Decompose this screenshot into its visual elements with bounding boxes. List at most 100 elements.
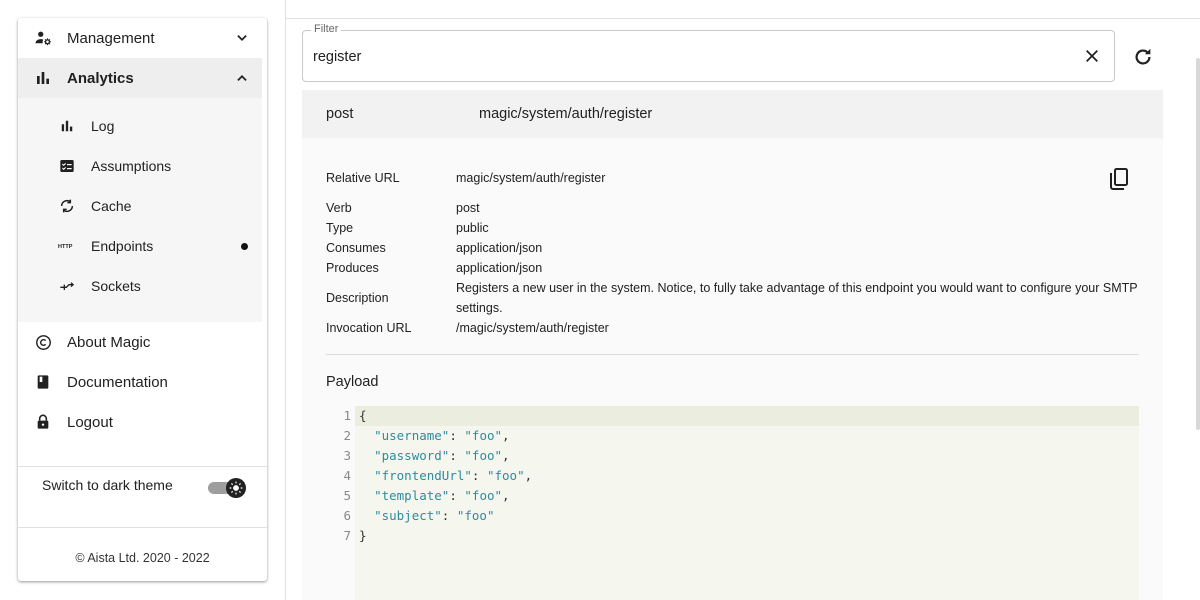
sidebar-item-label: Log bbox=[91, 118, 115, 134]
sidebar-divider bbox=[18, 527, 267, 528]
invocation-url-label: Invocation URL bbox=[326, 321, 412, 335]
produces-label: Produces bbox=[326, 261, 379, 275]
theme-toggle-label: Switch to dark theme bbox=[42, 477, 173, 493]
sidebar-item-label: Management bbox=[67, 29, 155, 47]
sidebar-item-documentation[interactable]: Documentation bbox=[18, 362, 267, 402]
sidebar-item-label: Endpoints bbox=[91, 238, 154, 254]
copyright-icon bbox=[34, 333, 52, 351]
sidebar-item-logout[interactable]: Logout bbox=[18, 402, 267, 442]
code-line: "template": "foo", bbox=[374, 488, 510, 503]
invocation-url-value: /magic/system/auth/register bbox=[456, 321, 609, 335]
lock-icon bbox=[34, 413, 52, 431]
active-line-highlight bbox=[355, 406, 1139, 426]
close-icon[interactable] bbox=[1084, 48, 1100, 64]
call-merge-icon bbox=[58, 277, 76, 295]
filter-field: Filter bbox=[302, 23, 1115, 82]
sidebar-item-label: Sockets bbox=[91, 278, 141, 294]
sidebar-item-label: About Magic bbox=[67, 333, 151, 351]
sidebar-item-label: Documentation bbox=[67, 373, 168, 391]
json-comma: , bbox=[502, 448, 510, 463]
relative-url-label: Relative URL bbox=[326, 171, 400, 185]
produces-value: application/json bbox=[456, 261, 543, 275]
json-comma: , bbox=[502, 488, 510, 503]
line-number: 2 bbox=[343, 428, 351, 443]
line-number: 1 bbox=[343, 408, 351, 423]
sidebar-divider bbox=[18, 466, 267, 467]
json-value: "foo" bbox=[464, 428, 503, 443]
brightness-icon bbox=[226, 478, 246, 498]
verb-value: post bbox=[456, 201, 480, 215]
payload-editor[interactable]: 1 2 3 4 5 6 7 { "username": "foo", "pass… bbox=[326, 406, 1139, 600]
code-line: "password": "foo", bbox=[374, 448, 510, 463]
code-line: "username": "foo", bbox=[374, 428, 510, 443]
json-value: "foo" bbox=[456, 508, 495, 523]
sidebar-item-endpoints[interactable]: HTTP Endpoints bbox=[18, 226, 262, 266]
payload-title: Payload bbox=[326, 374, 379, 390]
refresh-icon[interactable] bbox=[1131, 45, 1155, 69]
consumes-label: Consumes bbox=[326, 241, 386, 255]
bar-chart-icon bbox=[58, 117, 76, 135]
sidebar-item-about[interactable]: About Magic bbox=[18, 322, 267, 362]
relative-url-value: magic/system/auth/register bbox=[456, 171, 606, 185]
json-key: "subject" bbox=[374, 508, 442, 523]
code-line: } bbox=[359, 526, 367, 546]
fact-check-icon bbox=[58, 157, 76, 175]
json-key: "frontendUrl" bbox=[374, 468, 472, 483]
sidebar-item-assumptions[interactable]: Assumptions bbox=[18, 146, 262, 186]
json-value: "foo" bbox=[464, 488, 503, 503]
manage-accounts-icon bbox=[34, 29, 52, 47]
chevron-down-icon bbox=[235, 31, 249, 45]
json-key: "username" bbox=[374, 428, 450, 443]
sidebar-item-log[interactable]: Log bbox=[18, 106, 262, 146]
copyright-text: © Aista Ltd. 2020 - 2022 bbox=[75, 551, 210, 565]
description-value-line1: Registers a new user in the system. Noti… bbox=[456, 281, 1138, 295]
book-icon bbox=[34, 373, 52, 391]
analytics-submenu: Log Assumptions Cache HTTP Endpoints Soc… bbox=[18, 98, 262, 322]
json-key: "template" bbox=[374, 488, 450, 503]
dark-theme-toggle[interactable] bbox=[208, 478, 246, 498]
endpoint-details: Relative URL magic/system/auth/register … bbox=[302, 138, 1163, 600]
code-brace: { bbox=[359, 408, 367, 423]
json-value: "foo" bbox=[486, 468, 525, 483]
sidebar: Management Analytics Log Assumptions Cac… bbox=[18, 18, 267, 581]
sidebar-item-management[interactable]: Management bbox=[18, 18, 267, 58]
sidebar-item-label: Assumptions bbox=[91, 158, 172, 174]
code-line: "subject": "foo" bbox=[374, 508, 495, 523]
line-number: 7 bbox=[343, 528, 351, 543]
code-line: "frontendUrl": "foo", bbox=[374, 468, 533, 483]
line-number: 6 bbox=[343, 508, 351, 523]
content-divider bbox=[285, 0, 286, 600]
json-value: "foo" bbox=[464, 448, 503, 463]
description-value-line2: settings. bbox=[456, 301, 503, 315]
active-indicator-dot bbox=[241, 242, 248, 250]
line-number: 4 bbox=[343, 468, 351, 483]
endpoint-verb: post bbox=[326, 106, 354, 122]
content-top-border bbox=[286, 18, 1200, 19]
svg-text:HTTP: HTTP bbox=[58, 244, 73, 250]
line-number: 5 bbox=[343, 488, 351, 503]
type-value: public bbox=[456, 221, 489, 235]
page-scrollbar[interactable] bbox=[1196, 58, 1200, 430]
http-icon: HTTP bbox=[58, 237, 76, 255]
sidebar-item-label: Cache bbox=[91, 198, 132, 214]
cached-icon bbox=[58, 197, 76, 215]
verb-label: Verb bbox=[326, 201, 352, 215]
filter-input[interactable] bbox=[313, 49, 1053, 65]
sidebar-item-analytics[interactable]: Analytics bbox=[18, 58, 262, 98]
sidebar-item-label: Logout bbox=[67, 413, 113, 431]
json-comma: , bbox=[524, 468, 533, 483]
filter-label: Filter bbox=[311, 23, 342, 35]
consumes-value: application/json bbox=[456, 241, 543, 255]
endpoint-header[interactable]: post magic/system/auth/register bbox=[302, 90, 1163, 138]
bar-chart-icon bbox=[34, 69, 52, 87]
copy-icon[interactable] bbox=[1107, 167, 1131, 191]
sidebar-item-label: Analytics bbox=[67, 69, 134, 87]
description-label: Description bbox=[326, 291, 389, 305]
sidebar-item-sockets[interactable]: Sockets bbox=[18, 266, 262, 306]
sidebar-item-cache[interactable]: Cache bbox=[18, 186, 262, 226]
code-line: { bbox=[359, 406, 367, 426]
type-label: Type bbox=[326, 221, 354, 235]
details-separator bbox=[326, 354, 1139, 355]
json-comma: , bbox=[502, 428, 510, 443]
code-brace: } bbox=[359, 528, 367, 543]
